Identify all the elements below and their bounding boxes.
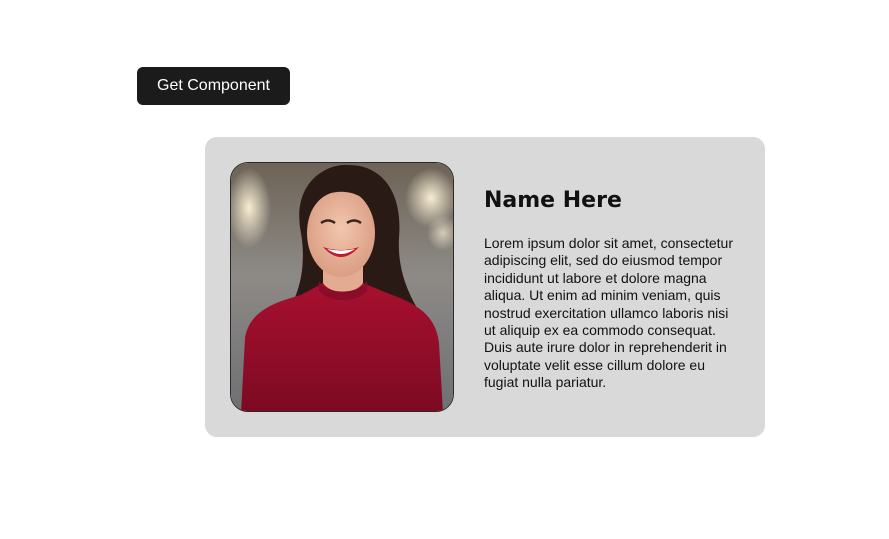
profile-photo: [230, 162, 454, 412]
get-component-button[interactable]: Get Component: [137, 67, 290, 105]
profile-description: Lorem ipsum dolor sit amet, consectetur …: [484, 235, 733, 391]
page: Get Component Name Here Lorem ipsum dolo…: [0, 0, 889, 539]
profile-name: Name Here: [484, 188, 622, 213]
profile-card: Name Here Lorem ipsum dolor sit amet, co…: [205, 137, 765, 437]
profile-info: Name Here Lorem ipsum dolor sit amet, co…: [484, 185, 742, 392]
